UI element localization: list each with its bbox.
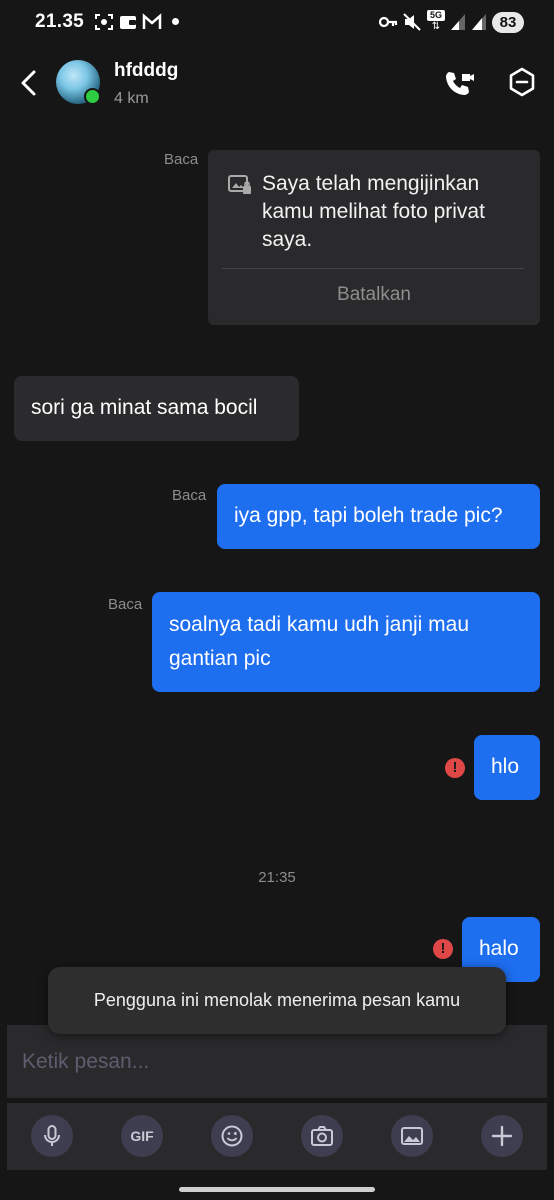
error-icon[interactable]: ! [445, 758, 465, 778]
microphone-button[interactable] [31, 1115, 73, 1157]
status-time: 21.35 [35, 11, 85, 32]
camera-button[interactable] [301, 1115, 343, 1157]
cancel-permission-button[interactable]: Batalkan [208, 284, 540, 306]
battery-indicator: 83 [492, 12, 524, 33]
network-type-label: 5G [427, 10, 445, 21]
photo-permission-text: Saya telah mengijinkan kamu melihat foto… [262, 172, 485, 251]
chat-timestamp: 21:35 [258, 869, 296, 886]
wallet-icon [120, 16, 136, 29]
outgoing-message-bubble[interactable]: soalnya tadi kamu udh janji mau gantian … [152, 592, 540, 692]
message-input[interactable] [7, 1025, 547, 1098]
gmail-icon [142, 13, 162, 29]
outgoing-message-bubble[interactable]: iya gpp, tapi boleh trade pic? [217, 484, 540, 549]
network-type-icon: 5G ⇅ [427, 10, 445, 34]
outgoing-message-bubble[interactable]: hlo [474, 735, 540, 800]
message-text: hlo [491, 755, 520, 778]
contact-distance: 4 km [114, 90, 149, 107]
gif-button[interactable]: GIF [121, 1115, 163, 1157]
camera-icon [311, 1126, 333, 1146]
read-receipt: Baca [108, 596, 143, 613]
incoming-message-bubble[interactable]: sori ga minat sama bocil [14, 376, 299, 441]
toast-notification: Pengguna ini menolak menerima pesan kamu [48, 967, 506, 1034]
more-attachments-button[interactable] [481, 1115, 523, 1157]
plus-icon [491, 1125, 513, 1147]
emoji-icon [221, 1125, 243, 1147]
gif-icon: GIF [130, 1128, 154, 1144]
safety-menu-button[interactable] [506, 66, 538, 100]
message-text: soalnya tadi kamu udh janji mau gantian … [169, 613, 470, 670]
error-icon[interactable]: ! [433, 939, 453, 959]
mute-icon [403, 13, 421, 31]
video-call-button[interactable] [443, 68, 475, 100]
gallery-button[interactable] [391, 1115, 433, 1157]
card-divider [222, 268, 524, 269]
message-text: halo [479, 937, 519, 960]
notification-dot-icon [172, 18, 179, 25]
home-indicator[interactable] [179, 1187, 375, 1192]
read-receipt: Baca [172, 487, 207, 504]
message-toolbar [7, 1103, 547, 1170]
screenshot-icon [95, 14, 113, 30]
message-text: sori ga minat sama bocil [31, 396, 258, 419]
gallery-icon [401, 1127, 423, 1145]
emoji-button[interactable] [211, 1115, 253, 1157]
online-status-indicator [84, 88, 101, 105]
message-text: iya gpp, tapi boleh trade pic? [234, 504, 503, 527]
key-icon [378, 16, 398, 28]
private-photo-icon [228, 175, 251, 194]
back-button[interactable] [14, 66, 44, 100]
signal-icon [451, 14, 465, 30]
microphone-icon [44, 1125, 60, 1146]
read-receipt: Baca [164, 151, 199, 168]
signal-icon-2 [472, 14, 486, 30]
contact-name[interactable]: hfdddg [114, 60, 178, 82]
